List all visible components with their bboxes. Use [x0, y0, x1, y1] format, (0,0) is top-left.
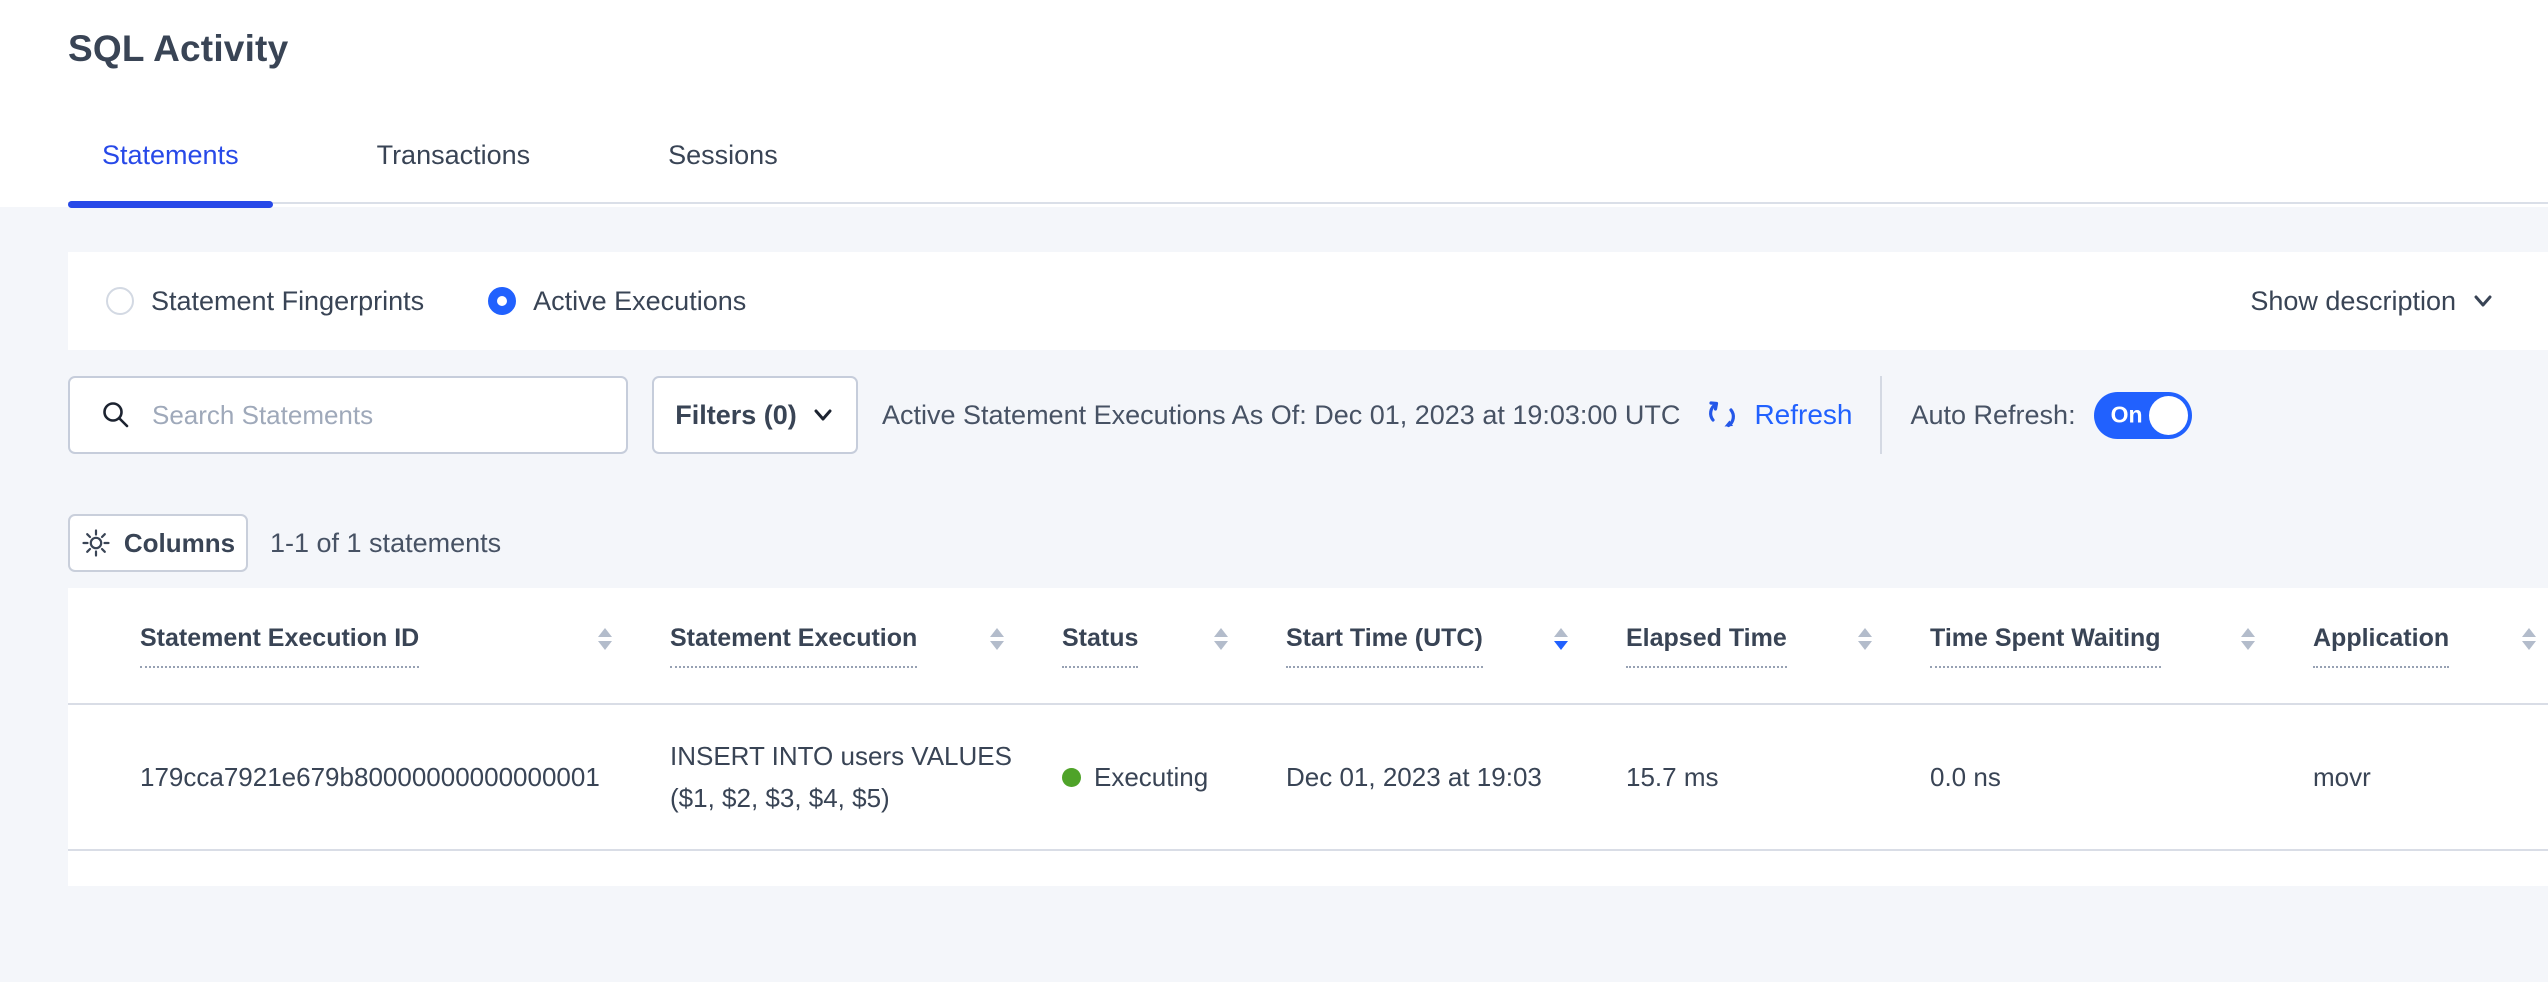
- cell-application: movr: [2313, 762, 2548, 793]
- filters-button[interactable]: Filters (0): [652, 376, 858, 454]
- sort-icons[interactable]: [1554, 628, 1568, 650]
- statement-line-1: INSERT INTO users VALUES: [670, 735, 1062, 777]
- columns-button-label: Columns: [124, 528, 235, 559]
- radio-active-executions-label: Active Executions: [533, 286, 746, 317]
- cell-statement: INSERT INTO users VALUES ($1, $2, $3, $4…: [670, 735, 1062, 819]
- tab-transactions-label: Transactions: [377, 140, 531, 171]
- column-header-label: Statement Execution: [670, 624, 917, 668]
- sort-descending-icon: [1214, 641, 1228, 650]
- table-row: 179cca7921e679b80000000000000001 INSERT …: [68, 705, 2548, 851]
- cell-status: Executing: [1062, 762, 1286, 793]
- status-executing-dot-icon: [1062, 768, 1081, 787]
- radio-active-executions[interactable]: Active Executions: [488, 286, 746, 317]
- cell-start-time: Dec 01, 2023 at 19:03: [1286, 762, 1626, 793]
- auto-refresh-label: Auto Refresh:: [1910, 400, 2075, 431]
- cell-elapsed-time: 15.7 ms: [1626, 762, 1930, 793]
- statements-table: Statement Execution ID Statement Executi…: [68, 588, 2548, 886]
- column-header-label: Start Time (UTC): [1286, 624, 1483, 668]
- auto-refresh-toggle[interactable]: On: [2094, 392, 2192, 439]
- toolbar: Filters (0) Active Statement Executions …: [68, 376, 2548, 454]
- column-header-statement-execution[interactable]: Statement Execution: [670, 624, 1062, 668]
- divider: [1880, 376, 1882, 454]
- sort-icons[interactable]: [990, 628, 1004, 650]
- sort-descending-icon: [990, 641, 1004, 650]
- toggle-state-label: On: [2111, 402, 2143, 429]
- column-header-statement-execution-id[interactable]: Statement Execution ID: [140, 624, 670, 668]
- tab-transactions[interactable]: Transactions: [343, 140, 565, 204]
- sort-descending-icon: [1858, 641, 1872, 650]
- refresh-button[interactable]: Refresh: [1702, 395, 1852, 435]
- show-description-label: Show description: [2250, 286, 2456, 317]
- auto-refresh-control: Auto Refresh: On: [1910, 392, 2191, 439]
- radio-statement-fingerprints-label: Statement Fingerprints: [151, 286, 424, 317]
- column-header-start-time[interactable]: Start Time (UTC): [1286, 624, 1626, 668]
- view-mode-card: Statement Fingerprints Active Executions…: [68, 252, 2548, 350]
- page-header: SQL Activity Statements Transactions Ses…: [0, 0, 2548, 207]
- refresh-icon: [1702, 395, 1742, 435]
- sort-descending-icon-active: [1554, 641, 1568, 650]
- gear-icon: [81, 528, 111, 558]
- sort-ascending-icon: [990, 628, 1004, 637]
- sort-icons[interactable]: [2522, 628, 2536, 650]
- cell-execution-id[interactable]: 179cca7921e679b80000000000000001: [140, 762, 670, 793]
- tabbar: Statements Transactions Sessions: [68, 140, 2548, 204]
- sort-ascending-icon: [1554, 628, 1568, 637]
- column-header-label: Time Spent Waiting: [1930, 624, 2161, 668]
- table-controls: Columns 1-1 of 1 statements: [68, 514, 501, 572]
- sort-ascending-icon: [1858, 628, 1872, 637]
- search-icon: [100, 399, 132, 431]
- sort-ascending-icon: [1214, 628, 1228, 637]
- result-count: 1-1 of 1 statements: [270, 528, 501, 559]
- show-description-toggle[interactable]: Show description: [2250, 286, 2496, 317]
- column-header-label: Statement Execution ID: [140, 624, 419, 668]
- sort-ascending-icon: [2241, 628, 2255, 637]
- filters-button-label: Filters (0): [675, 400, 797, 431]
- radio-unselected-icon: [106, 287, 134, 315]
- toggle-knob: [2149, 396, 2188, 435]
- column-header-application[interactable]: Application: [2313, 624, 2548, 668]
- radio-statement-fingerprints[interactable]: Statement Fingerprints: [106, 286, 424, 317]
- statement-line-2: ($1, $2, $3, $4, $5): [670, 777, 1062, 819]
- search-input[interactable]: [152, 400, 606, 431]
- column-header-label: Application: [2313, 624, 2449, 668]
- sort-icons[interactable]: [598, 628, 612, 650]
- column-header-label: Elapsed Time: [1626, 624, 1787, 668]
- cell-time-spent-waiting: 0.0 ns: [1930, 762, 2313, 793]
- sort-descending-icon: [2522, 641, 2536, 650]
- sort-icons[interactable]: [1214, 628, 1228, 650]
- chevron-down-icon: [811, 403, 835, 427]
- sort-descending-icon: [2241, 641, 2255, 650]
- page-title: SQL Activity: [68, 28, 288, 70]
- sort-ascending-icon: [598, 628, 612, 637]
- status-label: Executing: [1094, 762, 1208, 793]
- sort-icons[interactable]: [2241, 628, 2255, 650]
- chevron-down-icon: [2470, 288, 2496, 314]
- sort-descending-icon: [598, 641, 612, 650]
- table-header-row: Statement Execution ID Statement Executi…: [68, 588, 2548, 705]
- tab-statements-label: Statements: [102, 140, 239, 171]
- column-header-time-spent-waiting[interactable]: Time Spent Waiting: [1930, 624, 2313, 668]
- tab-statements[interactable]: Statements: [68, 140, 273, 204]
- tab-sessions[interactable]: Sessions: [634, 140, 812, 204]
- sql-activity-page: SQL Activity Statements Transactions Ses…: [0, 0, 2548, 982]
- view-mode-radio-group: Statement Fingerprints Active Executions: [106, 286, 746, 317]
- as-of-timestamp: Active Statement Executions As Of: Dec 0…: [882, 400, 1680, 431]
- columns-button[interactable]: Columns: [68, 514, 248, 572]
- column-header-status[interactable]: Status: [1062, 624, 1286, 668]
- refresh-label: Refresh: [1754, 399, 1852, 431]
- sort-icons[interactable]: [1858, 628, 1872, 650]
- tab-sessions-label: Sessions: [668, 140, 778, 171]
- column-header-elapsed-time[interactable]: Elapsed Time: [1626, 624, 1930, 668]
- column-header-label: Status: [1062, 624, 1138, 668]
- radio-selected-icon: [488, 287, 516, 315]
- sort-ascending-icon: [2522, 628, 2536, 637]
- search-box: [68, 376, 628, 454]
